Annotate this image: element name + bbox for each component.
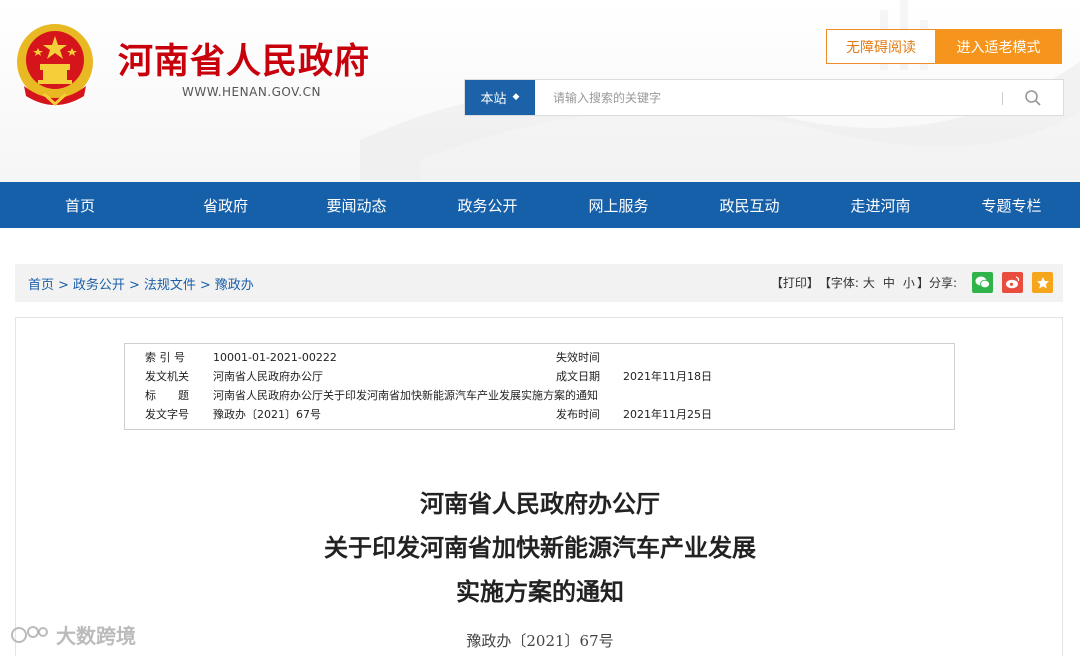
document-title-line2: 关于印发河南省加快新能源汽车产业发展 [324,533,756,562]
search-bar: 本站 ◆ [464,79,1064,116]
document-number: 豫政办〔2021〕67号 [466,632,614,650]
meta-row: 发文机关 河南省人民政府办公厅 成文日期 2021年11月18日 [125,367,954,385]
nav-item-home[interactable]: 首页 [0,182,160,228]
page-tools: 【打印】 【字体: 大 中 小 】 分享: [771,272,1053,293]
expiry-label: 失效时间 [556,351,600,364]
search-scope-label: 本站 [480,92,507,107]
doc-number-label: 发文字号 [145,408,189,421]
nav-item-government-affairs[interactable]: 政务公开 [422,182,553,228]
site-title: 河南省人民政府 [118,42,371,82]
print-link[interactable]: 【打印】 [771,274,819,291]
share-label: 分享: [928,276,957,290]
issuer-value: 河南省人民政府办公厅 [213,370,323,383]
nav-item-news[interactable]: 要闻动态 [291,182,422,228]
nav-item-provincial-government[interactable]: 省政府 [160,182,291,228]
watermark-text: 大数跨境 [56,624,136,648]
meta-row: 发文字号 豫政办〔2021〕67号 发布时间 2021年11月25日 [125,405,954,423]
document-title-line3: 实施方案的通知 [456,577,624,606]
national-emblem-icon [17,24,93,106]
breadcrumb: 首页 > 政务公开 > 法规文件 > 豫政办 [28,274,254,293]
nav-item-interaction[interactable]: 政民互动 [684,182,815,228]
meta-row: 索 引 号 10001-01-2021-00222 失效时间 [125,348,954,366]
font-size-label: 【字体: [818,276,859,290]
meta-row: 标 题 河南省人民政府办公厅关于印发河南省加快新能源汽车产业发展实施方案的通知 [125,386,954,404]
wechat-share-icon[interactable] [972,272,993,293]
issuer-label: 发文机关 [145,370,189,383]
title-label: 标 题 [145,389,189,402]
title-value: 河南省人民政府办公厅关于印发河南省加快新能源汽车产业发展实施方案的通知 [213,389,598,402]
publish-date-value: 2021年11月25日 [623,408,712,421]
weibo-share-icon[interactable] [1002,272,1023,293]
elder-mode-button[interactable]: 进入适老模式 [935,29,1062,64]
breadcrumb-bar: 首页 > 政务公开 > 法规文件 > 豫政办 【打印】 【字体: 大 中 小 】 分享: [15,264,1063,302]
breadcrumb-yuzhengban[interactable]: 豫政办 [215,278,254,293]
nav-item-online-services[interactable]: 网上服务 [553,182,684,228]
search-button[interactable] [1003,80,1063,115]
document-meta-table: 索 引 号 10001-01-2021-00222 失效时间 发文机关 河南省人… [124,343,955,430]
site-header: 河南省人民政府 WWW.HENAN.GOV.CN 无障碍阅读 进入适老模式 本站… [0,0,1080,182]
font-size-close: 】 [916,276,929,290]
search-input[interactable] [535,80,1002,115]
font-small-link[interactable]: 小 [903,274,915,291]
star-favorite-icon[interactable] [1032,272,1053,293]
main-nav: 首页 省政府 要闻动态 政务公开 网上服务 政民互动 走进河南 专题专栏 [0,182,1080,228]
watermark-logo-icon [11,625,48,643]
site-url: WWW.HENAN.GOV.CN [182,85,321,99]
breadcrumb-home[interactable]: 首页 [28,278,54,293]
doc-number-value: 豫政办〔2021〕67号 [213,408,321,421]
breadcrumb-separator: > [199,277,211,293]
watermark: 大数跨境 [10,620,136,649]
breadcrumb-regulations[interactable]: 法规文件 [144,278,196,293]
written-date-label: 成文日期 [556,370,600,383]
font-medium-link[interactable]: 中 [883,274,895,291]
publish-date-label: 发布时间 [556,408,600,421]
breadcrumb-government-affairs[interactable]: 政务公开 [73,278,125,293]
index-number-value: 10001-01-2021-00222 [213,350,337,364]
accessibility-reading-button[interactable]: 无障碍阅读 [826,29,936,64]
nav-item-special-topics[interactable]: 专题专栏 [946,182,1077,228]
written-date-value: 2021年11月18日 [623,370,712,383]
index-number-label: 索 引 号 [145,351,185,364]
breadcrumb-separator: > [128,277,140,293]
font-large-link[interactable]: 大 [863,274,875,291]
document-title-line1: 河南省人民政府办公厅 [420,489,660,518]
search-scope-dropdown[interactable]: 本站 ◆ [465,80,535,115]
search-icon [1025,89,1041,106]
nav-item-about-henan[interactable]: 走进河南 [815,182,946,228]
breadcrumb-separator: > [58,277,69,293]
updown-caret-icon: ◆ [512,92,520,102]
